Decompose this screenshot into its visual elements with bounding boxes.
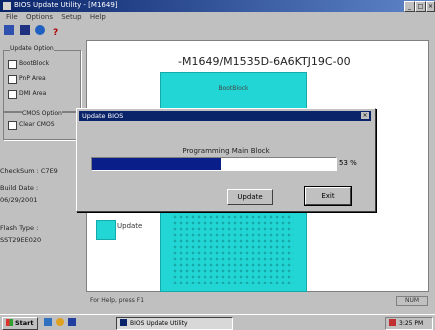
- chip-block-label: BootBlock: [218, 85, 249, 92]
- bootblock-label: BootBlock: [19, 60, 50, 67]
- flash-type-value: SST29EE020: [0, 236, 42, 244]
- update-options-title: Update Option: [10, 45, 54, 52]
- progress-status: Programming Main Block: [182, 147, 270, 155]
- clock: 3:25 PM: [399, 320, 424, 327]
- menu-file[interactable]: File: [6, 13, 18, 21]
- app-icon: [3, 2, 11, 10]
- dmi-area-label: DMI Area: [19, 90, 47, 97]
- build-date-value: 06/29/2001: [0, 196, 38, 204]
- taskbar-item-bios-update[interactable]: BIOS Update Utility: [116, 317, 233, 330]
- update-legend-swatch: [96, 220, 116, 240]
- build-date-label: Build Date :: [0, 184, 39, 192]
- bootblock-checkbox[interactable]: [8, 60, 17, 69]
- dmi-area-checkbox[interactable]: [8, 90, 17, 99]
- menu-bar: File Options Setup Help: [0, 12, 435, 23]
- quicklaunch-icon[interactable]: [68, 318, 76, 326]
- pnp-area-checkbox[interactable]: [8, 75, 17, 84]
- start-label: Start: [15, 319, 34, 327]
- dialog-title-bar: Update BIOS ×: [79, 111, 371, 121]
- dialog-close-button[interactable]: ×: [361, 112, 369, 119]
- system-tray: 3:25 PM: [385, 317, 433, 330]
- window-title-bar: BIOS Update Utility - [M1649] _ □ ×: [0, 0, 435, 12]
- clear-cmos-label: Clear CMOS: [19, 121, 55, 128]
- exit-button[interactable]: Exit: [304, 186, 352, 206]
- taskbar-item-label: BIOS Update Utility: [130, 320, 188, 327]
- update-dialog: Update BIOS × Programming Main Block 53 …: [76, 108, 376, 212]
- taskbar: Start BIOS Update Utility 3:25 PM: [0, 314, 435, 330]
- progress-percent: 53 %: [339, 159, 357, 167]
- minimize-button[interactable]: _: [404, 1, 415, 12]
- flash-icon[interactable]: [35, 25, 46, 35]
- browser-icon[interactable]: [56, 318, 64, 326]
- open-icon[interactable]: [4, 25, 14, 35]
- close-button[interactable]: ×: [426, 1, 435, 12]
- window-title: BIOS Update Utility - [M1649]: [14, 1, 118, 9]
- menu-help[interactable]: Help: [90, 13, 106, 21]
- cmos-options-title: CMOS Option: [22, 110, 62, 117]
- app-small-icon: [120, 319, 127, 326]
- flash-type-label: Flash Type :: [0, 224, 39, 232]
- tray-icon[interactable]: [389, 319, 396, 326]
- status-text: For Help, press F1: [90, 297, 145, 304]
- maximize-button[interactable]: □: [415, 1, 426, 12]
- menu-setup[interactable]: Setup: [61, 13, 81, 21]
- dialog-title: Update BIOS: [82, 112, 124, 120]
- checksum-text: CheckSum : C7E9: [0, 167, 58, 175]
- start-button[interactable]: Start: [2, 317, 38, 330]
- update-legend-label: Update: [117, 222, 143, 230]
- toolbar: ?: [4, 25, 64, 39]
- progress-bar: [91, 157, 337, 171]
- pnp-area-label: PnP Area: [19, 75, 46, 82]
- save-icon[interactable]: [19, 25, 30, 35]
- status-bar: For Help, press F1 NUM: [0, 296, 435, 306]
- num-lock-indicator: NUM: [396, 296, 428, 306]
- bios-chip-code: -M1649/M1535D-6A6KTJ19C-00: [178, 55, 351, 68]
- menu-options[interactable]: Options: [26, 13, 53, 21]
- progress-fill: [92, 158, 222, 170]
- update-button[interactable]: Update: [227, 189, 273, 205]
- windows-logo-icon: [6, 319, 13, 326]
- clear-cmos-checkbox[interactable]: [8, 121, 17, 130]
- desktop-icon[interactable]: [44, 318, 52, 326]
- help-icon[interactable]: ?: [50, 28, 61, 38]
- left-panel: Update Option BootBlock PnP Area DMI Are…: [0, 40, 84, 290]
